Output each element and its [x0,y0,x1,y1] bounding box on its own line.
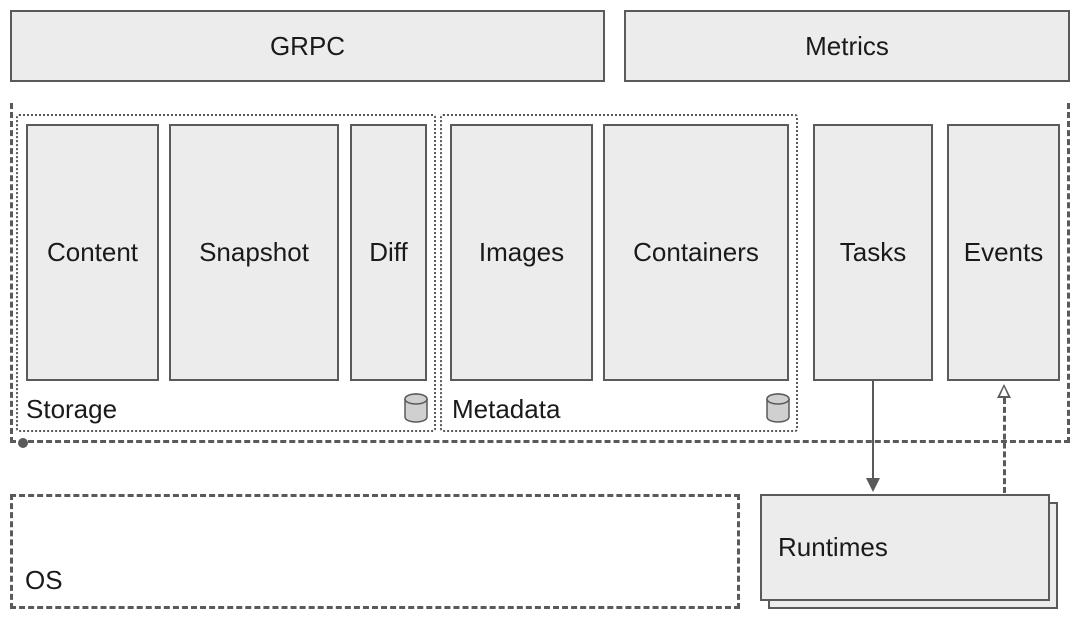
diff-box: Diff [350,124,427,381]
database-icon [403,393,429,423]
storage-label: Storage [26,394,117,425]
runtimes-to-events-arrow [1003,398,1006,493]
grpc-label: GRPC [270,31,345,62]
tasks-box: Tasks [813,124,933,381]
arrow-head-down-icon [866,478,880,492]
images-label: Images [479,237,564,268]
containers-label: Containers [633,237,759,268]
os-label: OS [25,565,63,596]
connector-dot-icon [18,438,28,448]
snapshot-label: Snapshot [199,237,309,268]
diff-label: Diff [369,237,408,268]
metadata-label: Metadata [452,394,560,425]
snapshot-box: Snapshot [169,124,339,381]
events-box: Events [947,124,1060,381]
metrics-box: Metrics [624,10,1070,82]
metrics-label: Metrics [805,31,889,62]
containers-box: Containers [603,124,789,381]
runtimes-label: Runtimes [778,532,888,563]
content-label: Content [47,237,138,268]
events-label: Events [964,237,1044,268]
tasks-to-runtimes-arrow [872,381,874,481]
os-box: OS [10,494,740,609]
tasks-label: Tasks [840,237,906,268]
images-box: Images [450,124,593,381]
database-icon [765,393,791,423]
runtimes-box: Runtimes [760,494,1050,601]
grpc-box: GRPC [10,10,605,82]
content-box: Content [26,124,159,381]
